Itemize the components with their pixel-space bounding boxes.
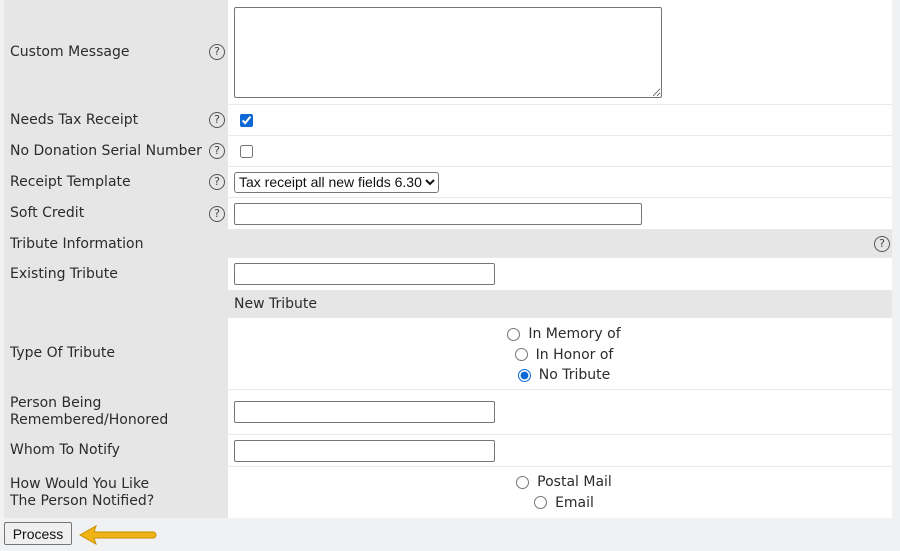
label-cell: Existing Tribute bbox=[4, 258, 228, 290]
help-icon[interactable]: ? bbox=[209, 112, 225, 128]
no-donation-serial-label: No Donation Serial Number bbox=[10, 142, 202, 159]
tribute-section-title: Tribute Information bbox=[10, 235, 144, 252]
radio-no-tribute-input[interactable] bbox=[517, 368, 531, 382]
row-whom-to-notify: Whom To Notify bbox=[4, 435, 892, 467]
type-of-tribute-label: Type Of Tribute bbox=[10, 345, 116, 361]
existing-tribute-label: Existing Tribute bbox=[10, 265, 118, 282]
label-cell: No Donation Serial Number ? bbox=[4, 136, 228, 166]
whom-to-notify-label: Whom To Notify bbox=[10, 442, 120, 458]
person-remembered-label: Person Being Remembered/Honored bbox=[10, 395, 168, 429]
row-type-of-tribute: Type Of Tribute In Memory of In Honor of… bbox=[4, 318, 892, 390]
value-cell bbox=[228, 105, 892, 135]
row-existing-tribute: Existing Tribute bbox=[4, 258, 892, 291]
row-no-donation-serial: No Donation Serial Number ? bbox=[4, 136, 892, 167]
existing-tribute-input[interactable] bbox=[234, 263, 495, 285]
label-cell: Type Of Tribute bbox=[4, 318, 228, 389]
label-cell bbox=[4, 291, 228, 317]
needs-tax-receipt-checkbox[interactable] bbox=[240, 113, 253, 127]
whom-to-notify-input[interactable] bbox=[234, 439, 495, 462]
label-cell: How Would You Like The Person Notified? bbox=[4, 467, 228, 518]
value-cell bbox=[228, 198, 892, 229]
radio-postal-mail[interactable]: Postal Mail bbox=[512, 472, 612, 493]
label-cell: Custom Message ? bbox=[4, 0, 228, 104]
value-cell bbox=[228, 136, 892, 166]
person-label-line2: Remembered/Honored bbox=[10, 412, 169, 428]
notify-method-line1: How Would You Like bbox=[10, 475, 150, 492]
radio-in-memory-of-input[interactable] bbox=[507, 327, 521, 341]
new-tribute-title: New Tribute bbox=[234, 296, 317, 312]
new-tribute-title-cell: New Tribute bbox=[228, 291, 892, 317]
row-needs-tax-receipt: Needs Tax Receipt ? bbox=[4, 105, 892, 136]
radio-in-honor-of[interactable]: In Honor of bbox=[511, 344, 614, 365]
row-notify-method: How Would You Like The Person Notified? … bbox=[4, 467, 892, 518]
row-receipt-template: Receipt Template ? Tax receipt all new f… bbox=[4, 167, 892, 198]
radio-label: Postal Mail bbox=[537, 474, 612, 491]
notify-method-line2: The Person Notified? bbox=[10, 492, 155, 509]
notify-method-radio-group: Postal Mail Email bbox=[228, 467, 892, 518]
person-remembered-input[interactable] bbox=[234, 401, 495, 423]
soft-credit-label: Soft Credit bbox=[10, 205, 85, 221]
help-icon[interactable]: ? bbox=[209, 143, 225, 159]
value-cell bbox=[228, 435, 892, 466]
needs-tax-receipt-label: Needs Tax Receipt bbox=[10, 111, 139, 128]
radio-email-input[interactable] bbox=[534, 496, 548, 510]
tribute-section-header: Tribute Information ? bbox=[4, 230, 892, 258]
row-soft-credit: Soft Credit ? bbox=[4, 198, 892, 230]
new-tribute-header: New Tribute bbox=[4, 291, 892, 318]
value-cell: Tax receipt all new fields 6.30 bbox=[228, 167, 892, 197]
soft-credit-input[interactable] bbox=[234, 202, 642, 225]
row-person-remembered: Person Being Remembered/Honored bbox=[4, 390, 892, 435]
radio-in-honor-of-input[interactable] bbox=[514, 348, 528, 361]
arrow-left-icon bbox=[78, 524, 157, 546]
value-cell bbox=[228, 258, 892, 290]
label-cell: Whom To Notify bbox=[4, 435, 228, 466]
person-label-line1: Person Being bbox=[10, 395, 102, 411]
label-cell: Needs Tax Receipt ? bbox=[4, 105, 228, 135]
receipt-template-label: Receipt Template bbox=[10, 173, 131, 190]
custom-message-textarea[interactable] bbox=[234, 6, 662, 98]
receipt-template-select[interactable]: Tax receipt all new fields 6.30 bbox=[234, 171, 439, 193]
notify-method-label: How Would You Like The Person Notified? bbox=[10, 476, 154, 510]
help-icon[interactable]: ? bbox=[209, 44, 225, 60]
label-cell: Person Being Remembered/Honored bbox=[4, 390, 228, 434]
no-donation-serial-checkbox[interactable] bbox=[240, 144, 253, 158]
process-button[interactable]: Process bbox=[4, 522, 72, 545]
help-icon[interactable]: ? bbox=[874, 235, 890, 252]
radio-postal-mail-input[interactable] bbox=[516, 475, 530, 489]
custom-message-label: Custom Message bbox=[10, 43, 130, 60]
row-custom-message: Custom Message ? bbox=[4, 0, 892, 105]
label-cell: Soft Credit ? bbox=[4, 198, 228, 229]
radio-label: In Memory of bbox=[528, 326, 621, 342]
tribute-header-cell: Tribute Information bbox=[4, 230, 892, 257]
help-icon[interactable]: ? bbox=[209, 174, 225, 190]
label-cell: Receipt Template ? bbox=[4, 167, 228, 197]
radio-label: In Honor of bbox=[535, 346, 614, 363]
help-icon[interactable]: ? bbox=[209, 205, 225, 222]
type-of-tribute-radio-group: In Memory of In Honor of No Tribute bbox=[228, 318, 892, 389]
radio-label: No Tribute bbox=[538, 367, 611, 383]
radio-email[interactable]: Email bbox=[530, 493, 594, 514]
radio-label: Email bbox=[555, 494, 594, 511]
donation-form: Custom Message ? Needs Tax Receipt ? No … bbox=[4, 0, 892, 518]
radio-in-memory-of[interactable]: In Memory of bbox=[503, 324, 621, 345]
value-cell bbox=[228, 390, 892, 434]
value-cell bbox=[228, 0, 892, 104]
radio-no-tribute[interactable]: No Tribute bbox=[514, 365, 611, 386]
